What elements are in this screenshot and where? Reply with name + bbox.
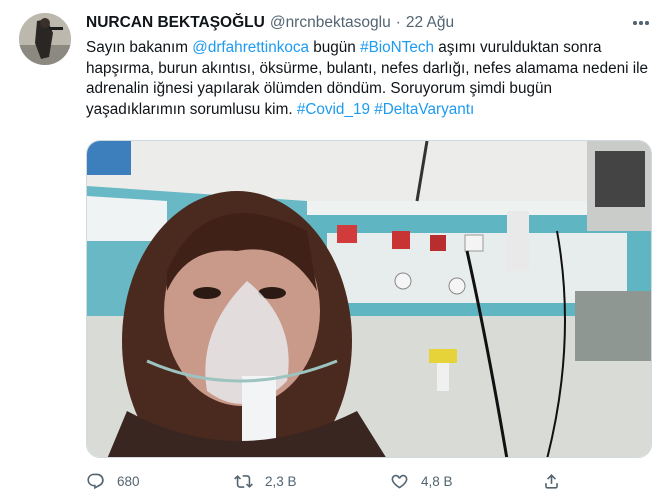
share-button[interactable]: [542, 472, 561, 491]
retweet-button[interactable]: 2,3 B: [234, 472, 297, 491]
hashtag-link[interactable]: #DeltaVaryantı: [374, 101, 474, 118]
tweet-text-part: Sayın bakanım: [86, 39, 193, 56]
user-handle[interactable]: @nrcnbektasoglu: [270, 14, 391, 32]
more-icon[interactable]: [628, 12, 654, 34]
avatar[interactable]: [19, 13, 71, 65]
retweet-icon: [234, 475, 253, 488]
share-icon: [545, 474, 558, 489]
tweet-text-part: bugün: [309, 39, 361, 56]
hashtag-link[interactable]: #BioNTech: [360, 39, 434, 56]
tweet-text: Sayın bakanım @drfahrettinkoca bugün #Bi…: [86, 38, 652, 120]
separator-dot: ·: [395, 14, 401, 31]
display-name[interactable]: NURCAN BEKTAŞOĞLU: [86, 14, 265, 32]
tweet-photo[interactable]: [86, 140, 652, 458]
retweet-count: 2,3 B: [265, 474, 297, 489]
hashtag-link[interactable]: #Covid_19: [297, 101, 370, 118]
reply-icon: [87, 473, 104, 490]
tweet-timestamp[interactable]: 22 Ağu: [406, 14, 454, 32]
mention-link[interactable]: @drfahrettinkoca: [192, 39, 309, 56]
reply-button[interactable]: 680: [86, 472, 140, 491]
like-count: 4,8 B: [421, 474, 453, 489]
tweet[interactable]: NURCAN BEKTAŞOĞLU @nrcnbektasoglu · 22 A…: [0, 0, 670, 500]
like-button[interactable]: 4,8 B: [390, 472, 453, 491]
reply-count: 680: [117, 474, 140, 489]
avatar-image: [19, 13, 71, 65]
photo-hospital-selfie: [87, 141, 651, 457]
like-icon: [391, 474, 408, 489]
